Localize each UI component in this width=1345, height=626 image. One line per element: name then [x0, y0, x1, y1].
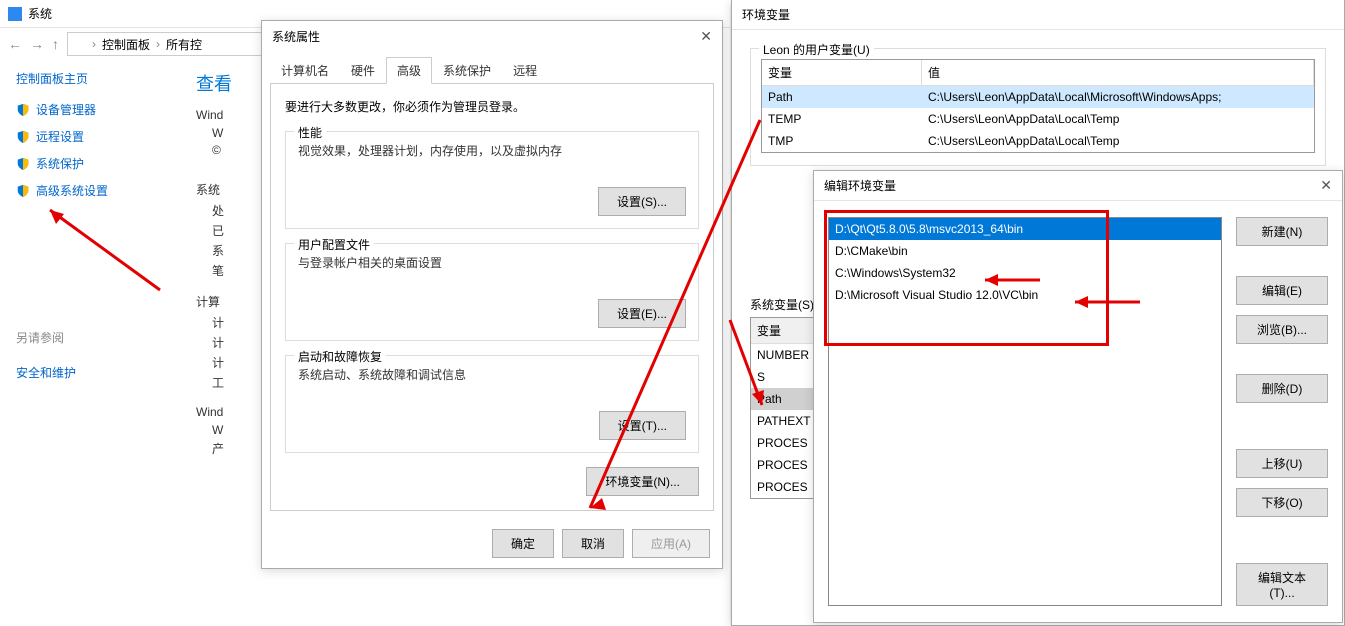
- performance-text: 视觉效果，处理器计划，内存使用，以及虚拟内存: [298, 142, 686, 159]
- performance-settings-button[interactable]: 设置(S)...: [598, 187, 686, 216]
- tab-hardware[interactable]: 硬件: [340, 57, 386, 84]
- shield-icon: [16, 157, 30, 171]
- profile-label: 用户配置文件: [294, 236, 374, 253]
- startup-group: 启动和故障恢复 系统启动、系统故障和调试信息 设置(T)...: [285, 355, 699, 453]
- env-vars-button[interactable]: 环境变量(N)...: [586, 467, 699, 496]
- system-icon: [8, 7, 22, 21]
- cell-var: TMP: [762, 130, 922, 152]
- table-row[interactable]: TEMP C:\Users\Leon\AppData\Local\Temp: [762, 108, 1314, 130]
- startup-text: 系统启动、系统故障和调试信息: [298, 366, 686, 383]
- list-item[interactable]: D:\Qt\Qt5.8.0\5.8\msvc2013_64\bin: [829, 218, 1221, 240]
- profile-text: 与登录帐户相关的桌面设置: [298, 254, 686, 271]
- breadcrumb-sep: ›: [92, 37, 96, 51]
- up-button[interactable]: ↑: [52, 36, 59, 52]
- see-also-link[interactable]: 安全和维护: [16, 364, 176, 381]
- instruct-text: 要进行大多数更改，你必须作为管理员登录。: [285, 98, 699, 115]
- sidebar-header[interactable]: 控制面板主页: [16, 70, 176, 87]
- cell-val: C:\Users\Leon\AppData\Local\Temp: [922, 130, 1314, 152]
- move-up-button[interactable]: 上移(U): [1236, 449, 1328, 478]
- envvars-title: 环境变量: [742, 6, 790, 23]
- sidebar-item-label: 系统保护: [36, 155, 84, 172]
- editenv-title: 编辑环境变量: [824, 177, 896, 194]
- pc-icon: [74, 38, 86, 50]
- sysprop-titlebar: 系统属性 ✕: [262, 21, 722, 51]
- sidebar-item-device-manager[interactable]: 设备管理器: [16, 101, 176, 118]
- sidebar-item-remote[interactable]: 远程设置: [16, 128, 176, 145]
- cell-val: C:\Users\Leon\AppData\Local\Microsoft\Wi…: [922, 86, 1314, 108]
- sysprop-tabs: 计算机名 硬件 高级 系统保护 远程: [262, 51, 722, 84]
- editenv-titlebar: 编辑环境变量 ✕: [814, 171, 1342, 201]
- shield-icon: [16, 184, 30, 198]
- close-button[interactable]: ✕: [1320, 177, 1332, 194]
- editenv-buttons: 新建(N) 编辑(E) 浏览(B)... 删除(D) 上移(U) 下移(O) 编…: [1236, 217, 1328, 606]
- tab-remote[interactable]: 远程: [502, 57, 548, 84]
- edit-button[interactable]: 编辑(E): [1236, 276, 1328, 305]
- sysprop-footer: 确定 取消 应用(A): [262, 519, 722, 568]
- sidebar: 控制面板主页 设备管理器 远程设置 系统保护 高级系统设置 另请参阅 安全和维护: [16, 70, 176, 460]
- edit-env-dialog: 编辑环境变量 ✕ D:\Qt\Qt5.8.0\5.8\msvc2013_64\b…: [813, 170, 1343, 623]
- forward-button[interactable]: →: [30, 36, 44, 52]
- th-variable[interactable]: 变量: [762, 60, 922, 86]
- breadcrumb-item[interactable]: 所有控: [166, 36, 202, 53]
- cell-val: C:\Users\Leon\AppData\Local\Temp: [922, 108, 1314, 130]
- profile-group: 用户配置文件 与登录帐户相关的桌面设置 设置(E)...: [285, 243, 699, 341]
- cell-var: TEMP: [762, 108, 922, 130]
- editenv-body: D:\Qt\Qt5.8.0\5.8\msvc2013_64\bin D:\CMa…: [814, 201, 1342, 622]
- breadcrumb-sep: ›: [156, 37, 160, 51]
- tab-advanced[interactable]: 高级: [386, 57, 432, 84]
- table-row[interactable]: Path C:\Users\Leon\AppData\Local\Microso…: [762, 86, 1314, 108]
- envvars-titlebar: 环境变量: [732, 0, 1344, 30]
- th-value[interactable]: 值: [922, 60, 1314, 86]
- sidebar-item-protection[interactable]: 系统保护: [16, 155, 176, 172]
- performance-group: 性能 视觉效果，处理器计划，内存使用，以及虚拟内存 设置(S)...: [285, 131, 699, 229]
- delete-button[interactable]: 删除(D): [1236, 374, 1328, 403]
- sysprop-title: 系统属性: [272, 28, 320, 45]
- new-button[interactable]: 新建(N): [1236, 217, 1328, 246]
- sidebar-item-advanced[interactable]: 高级系统设置: [16, 182, 176, 199]
- user-vars-header: 变量 值: [762, 60, 1314, 86]
- tab-computer-name[interactable]: 计算机名: [270, 57, 340, 84]
- user-vars-group: Leon 的用户变量(U) 变量 值 Path C:\Users\Leon\Ap…: [750, 48, 1326, 166]
- back-button[interactable]: ←: [8, 36, 22, 52]
- ok-button[interactable]: 确定: [492, 529, 554, 558]
- startup-label: 启动和故障恢复: [294, 348, 386, 365]
- system-properties-dialog: 系统属性 ✕ 计算机名 硬件 高级 系统保护 远程 要进行大多数更改，你必须作为…: [261, 20, 723, 569]
- startup-settings-button[interactable]: 设置(T)...: [599, 411, 686, 440]
- table-row[interactable]: TMP C:\Users\Leon\AppData\Local\Temp: [762, 130, 1314, 152]
- sysprop-content: 要进行大多数更改，你必须作为管理员登录。 性能 视觉效果，处理器计划，内存使用，…: [270, 83, 714, 511]
- list-item[interactable]: D:\Microsoft Visual Studio 12.0\VC\bin: [829, 284, 1221, 306]
- edit-text-button[interactable]: 编辑文本(T)...: [1236, 563, 1328, 606]
- sidebar-item-label: 设备管理器: [36, 101, 96, 118]
- list-item[interactable]: D:\CMake\bin: [829, 240, 1221, 262]
- sidebar-item-label: 高级系统设置: [36, 182, 108, 199]
- list-item[interactable]: C:\Windows\System32: [829, 262, 1221, 284]
- performance-label: 性能: [294, 124, 326, 141]
- profile-settings-button[interactable]: 设置(E)...: [598, 299, 686, 328]
- sidebar-item-label: 远程设置: [36, 128, 84, 145]
- shield-icon: [16, 130, 30, 144]
- close-button[interactable]: ✕: [700, 28, 712, 45]
- user-vars-table[interactable]: 变量 值 Path C:\Users\Leon\AppData\Local\Mi…: [761, 59, 1315, 153]
- tab-protection[interactable]: 系统保护: [432, 57, 502, 84]
- user-vars-label: Leon 的用户变量(U): [759, 41, 874, 58]
- path-list[interactable]: D:\Qt\Qt5.8.0\5.8\msvc2013_64\bin D:\CMa…: [828, 217, 1222, 606]
- shield-icon: [16, 103, 30, 117]
- move-down-button[interactable]: 下移(O): [1236, 488, 1328, 517]
- cell-var: Path: [762, 86, 922, 108]
- apply-button[interactable]: 应用(A): [632, 529, 710, 558]
- breadcrumb-item[interactable]: 控制面板: [102, 36, 150, 53]
- browse-button[interactable]: 浏览(B)...: [1236, 315, 1328, 344]
- cancel-button[interactable]: 取消: [562, 529, 624, 558]
- see-also-header: 另请参阅: [16, 329, 176, 346]
